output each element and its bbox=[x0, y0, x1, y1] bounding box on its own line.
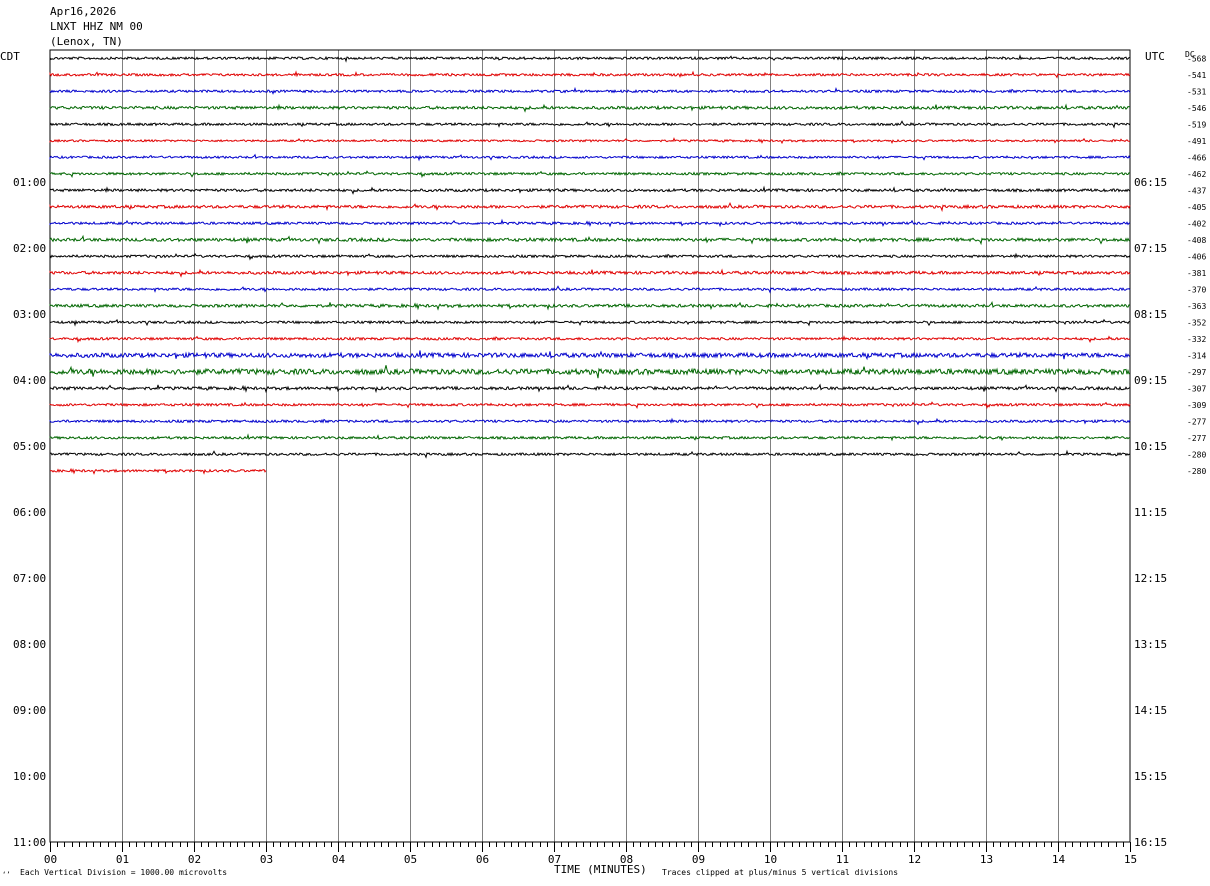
dc-offset-label: -280 bbox=[1187, 450, 1206, 459]
seismogram-chart: 00 01 02 03 04 05 06 07 08 09 10 11 12 13 14 1501:0002:… bbox=[0, 49, 1206, 879]
dc-offset-label: -309 bbox=[1187, 401, 1206, 410]
trace-line bbox=[49, 318, 1131, 327]
clip-note: Traces clipped at plus/minus 5 vertical … bbox=[662, 868, 898, 877]
trace-line bbox=[49, 433, 1131, 442]
dc-offset-label: -546 bbox=[1187, 104, 1206, 113]
right-zone-label: UTC bbox=[1145, 50, 1165, 63]
dc-offset-label: -408 bbox=[1187, 236, 1206, 245]
dc-offset-label: -491 bbox=[1187, 137, 1206, 146]
x-tick-label: 09 bbox=[692, 853, 705, 866]
dc-offset-label: -363 bbox=[1187, 302, 1206, 311]
utc-hour-label: 15:15 bbox=[1134, 770, 1167, 783]
dc-offset-label: -381 bbox=[1187, 269, 1206, 278]
trace-line bbox=[49, 185, 1131, 195]
dc-offset-label: -332 bbox=[1187, 335, 1206, 344]
trace-line bbox=[49, 449, 1131, 459]
cdt-hour-label: 04:00 bbox=[13, 374, 46, 387]
dc-header-label: DC bbox=[1185, 50, 1195, 59]
utc-hour-label: 07:15 bbox=[1134, 242, 1167, 255]
x-tick-label: 00 bbox=[44, 853, 57, 866]
dc-offset-label: -519 bbox=[1187, 120, 1206, 129]
cdt-hour-label: 05:00 bbox=[13, 440, 46, 453]
utc-hour-label: 16:15 bbox=[1134, 836, 1167, 849]
x-tick-label: 05 bbox=[404, 853, 417, 866]
utc-hour-label: 12:15 bbox=[1134, 572, 1167, 585]
x-tick-label: 12 bbox=[908, 853, 921, 866]
dc-offset-label: -406 bbox=[1187, 252, 1206, 261]
trace-line bbox=[49, 301, 1131, 311]
utc-hour-label: 06:15 bbox=[1134, 176, 1167, 189]
x-tick-label: 02 bbox=[188, 853, 201, 866]
dc-offset-label: -462 bbox=[1187, 170, 1206, 179]
trace-line bbox=[49, 335, 1131, 344]
cdt-hour-label: 10:00 bbox=[13, 770, 46, 783]
trace-line bbox=[49, 170, 1131, 179]
dc-offset-label: -405 bbox=[1187, 203, 1206, 212]
trace-line bbox=[49, 350, 1131, 361]
cdt-hour-label: 09:00 bbox=[13, 704, 46, 717]
trace-line bbox=[49, 383, 1131, 394]
utc-hour-label: 10:15 bbox=[1134, 440, 1167, 453]
trace-line bbox=[49, 137, 1130, 145]
left-zone-label: CDT bbox=[0, 50, 20, 63]
trace-line bbox=[49, 120, 1131, 129]
trace-line bbox=[49, 70, 1131, 79]
dc-offset-label: -370 bbox=[1187, 285, 1206, 294]
x-tick-label: 01 bbox=[116, 853, 129, 866]
x-tick-label: 13 bbox=[980, 853, 993, 866]
dc-offset-label: -314 bbox=[1187, 351, 1206, 360]
cdt-hour-label: 02:00 bbox=[13, 242, 46, 255]
dc-offset-label: -277 bbox=[1187, 434, 1206, 443]
trace-line bbox=[49, 252, 1131, 261]
utc-hour-label: 13:15 bbox=[1134, 638, 1167, 651]
scale-note: Each Vertical Division = 1000.00 microvo… bbox=[20, 868, 227, 877]
trace-line bbox=[49, 103, 1130, 113]
trace-line bbox=[49, 417, 1131, 426]
cdt-hour-label: 06:00 bbox=[13, 506, 46, 519]
grid-lines bbox=[50, 50, 1131, 852]
x-tick-label: 04 bbox=[332, 853, 346, 866]
dc-offset-label: -352 bbox=[1187, 318, 1206, 327]
plot-frame bbox=[49, 49, 1131, 843]
trace-line bbox=[49, 401, 1131, 410]
dc-offset-label: -531 bbox=[1187, 87, 1206, 96]
trace-line bbox=[49, 54, 1130, 63]
cdt-hour-label: 01:00 bbox=[13, 176, 46, 189]
x-tick-label: 11 bbox=[836, 853, 849, 866]
trace-group bbox=[49, 54, 1131, 475]
utc-hour-label: 09:15 bbox=[1134, 374, 1167, 387]
dc-offset-label: -297 bbox=[1187, 368, 1206, 377]
trace-line bbox=[49, 86, 1131, 95]
trace-line bbox=[49, 218, 1131, 228]
trace-line bbox=[49, 153, 1131, 162]
trace-line bbox=[49, 285, 1131, 294]
dc-offset-label: -280 bbox=[1187, 467, 1206, 476]
x-tick-label: 10 bbox=[764, 853, 777, 866]
dc-offset-label: -307 bbox=[1187, 384, 1206, 393]
utc-hour-label: 11:15 bbox=[1134, 506, 1167, 519]
corner-mark: ‘’ bbox=[2, 871, 10, 879]
utc-hour-label: 14:15 bbox=[1134, 704, 1167, 717]
trace-line bbox=[49, 365, 1131, 379]
trace-line bbox=[49, 201, 1131, 213]
cdt-hour-label: 07:00 bbox=[13, 572, 46, 585]
dc-offset-label: -402 bbox=[1187, 219, 1206, 228]
trace-line bbox=[49, 234, 1131, 246]
x-tick-label: 14 bbox=[1052, 853, 1066, 866]
cdt-hour-label: 03:00 bbox=[13, 308, 46, 321]
x-tick-label: 15 bbox=[1124, 853, 1137, 866]
trace-line bbox=[50, 467, 267, 475]
dc-offset-label: -466 bbox=[1187, 153, 1206, 162]
dc-offset-label: -277 bbox=[1187, 417, 1206, 426]
x-tick-label: 03 bbox=[260, 853, 273, 866]
cdt-hour-label: 08:00 bbox=[13, 638, 46, 651]
x-axis-title: TIME (MINUTES) bbox=[554, 863, 647, 876]
cdt-hour-label: 11:00 bbox=[13, 836, 46, 849]
dc-offset-label: -437 bbox=[1187, 186, 1206, 195]
utc-hour-label: 08:15 bbox=[1134, 308, 1167, 321]
dc-offset-label: -541 bbox=[1187, 71, 1206, 80]
trace-line bbox=[49, 268, 1131, 278]
x-tick-label: 06 bbox=[476, 853, 489, 866]
